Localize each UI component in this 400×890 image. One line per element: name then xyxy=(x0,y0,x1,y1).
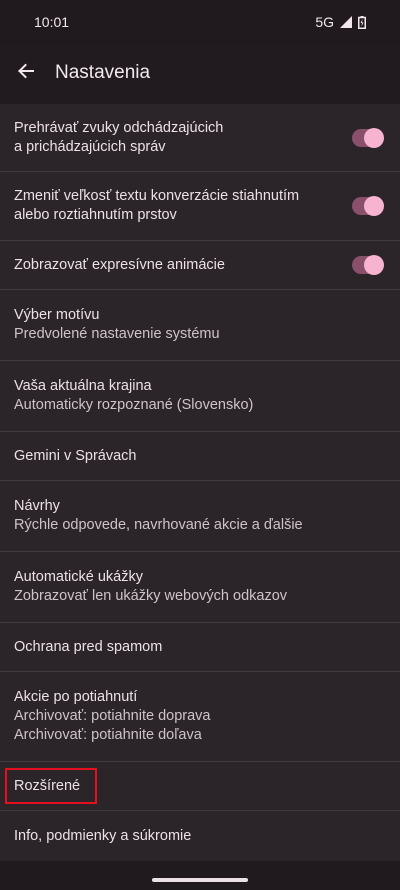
app-bar: Nastavenia xyxy=(0,44,400,102)
setting-title: Prehrávať zvuky odchádzajúcich xyxy=(14,119,224,136)
setting-resize-text[interactable]: Zmeniť veľkosť textu konverzácie stiahnu… xyxy=(0,172,400,241)
setting-subtitle-line2: Archivovať: potiahnite doľava xyxy=(14,727,202,743)
setting-spam[interactable]: Ochrana pred spamom xyxy=(0,623,400,672)
setting-gemini[interactable]: Gemini v Správach xyxy=(0,432,400,481)
setting-title: Návrhy xyxy=(14,498,60,514)
setting-suggestions[interactable]: Návrhy Rýchle odpovede, navrhované akcie… xyxy=(0,481,400,552)
toggle-knob xyxy=(364,196,384,216)
setting-title: Gemini v Správach xyxy=(14,447,137,464)
settings-list: Prehrávať zvuky odchádzajúcich a prichád… xyxy=(0,104,400,861)
highlight-box xyxy=(5,768,97,804)
setting-title-line2: alebo roztiahnutím prstov xyxy=(14,207,177,223)
setting-country[interactable]: Vaša aktuálna krajina Automaticky rozpoz… xyxy=(0,361,400,432)
setting-title: Zmeniť veľkosť textu konverzácie stiahnu… xyxy=(14,188,300,204)
toggle-knob xyxy=(364,255,384,275)
animations-toggle[interactable] xyxy=(352,255,384,275)
home-indicator xyxy=(152,878,248,882)
network-label: 5G xyxy=(315,14,334,30)
setting-swipe[interactable]: Akcie po potiahnutí Archivovať: potiahni… xyxy=(0,672,400,762)
battery-icon xyxy=(358,15,366,29)
setting-title: Vaša aktuálna krajina xyxy=(14,378,152,394)
setting-theme[interactable]: Výber motívu Predvolené nastavenie systé… xyxy=(0,290,400,361)
setting-subtitle: Zobrazovať len ukážky webových odkazov xyxy=(14,588,288,604)
setting-previews[interactable]: Automatické ukážky Zobrazovať len ukážky… xyxy=(0,552,400,623)
setting-title-line2: a prichádzajúcich správ xyxy=(14,138,166,155)
setting-subtitle: Predvolené nastavenie systému xyxy=(14,326,220,342)
setting-title: Ochrana pred spamom xyxy=(14,638,163,655)
setting-sounds[interactable]: Prehrávať zvuky odchádzajúcich a prichád… xyxy=(0,104,400,172)
back-button[interactable] xyxy=(2,49,50,97)
page-title: Nastavenia xyxy=(55,62,151,83)
resize-text-toggle[interactable] xyxy=(352,196,384,216)
setting-subtitle: Archivovať: potiahnite doprava xyxy=(14,708,211,724)
sounds-toggle[interactable] xyxy=(352,127,384,148)
setting-subtitle: Rýchle odpovede, navrhované akcie a ďalš… xyxy=(14,517,303,533)
signal-icon xyxy=(340,16,352,28)
setting-info[interactable]: Info, podmienky a súkromie xyxy=(0,811,400,861)
setting-subtitle: Automaticky rozpoznané (Slovensko) xyxy=(14,397,254,413)
setting-animations[interactable]: Zobrazovať expresívne animácie xyxy=(0,241,400,290)
status-icons: 5G xyxy=(315,14,366,30)
status-time: 10:01 xyxy=(34,14,70,30)
setting-title: Výber motívu xyxy=(14,307,100,323)
setting-title: Automatické ukážky xyxy=(14,569,143,585)
setting-title: Zobrazovať expresívne animácie xyxy=(14,256,225,273)
arrow-back-icon xyxy=(16,61,36,86)
setting-title: Info, podmienky a súkromie xyxy=(14,827,192,844)
status-bar: 10:01 5G xyxy=(0,0,400,44)
toggle-knob xyxy=(364,127,384,148)
setting-title: Akcie po potiahnutí xyxy=(14,689,138,705)
setting-advanced[interactable]: Rozšírené xyxy=(0,762,400,811)
